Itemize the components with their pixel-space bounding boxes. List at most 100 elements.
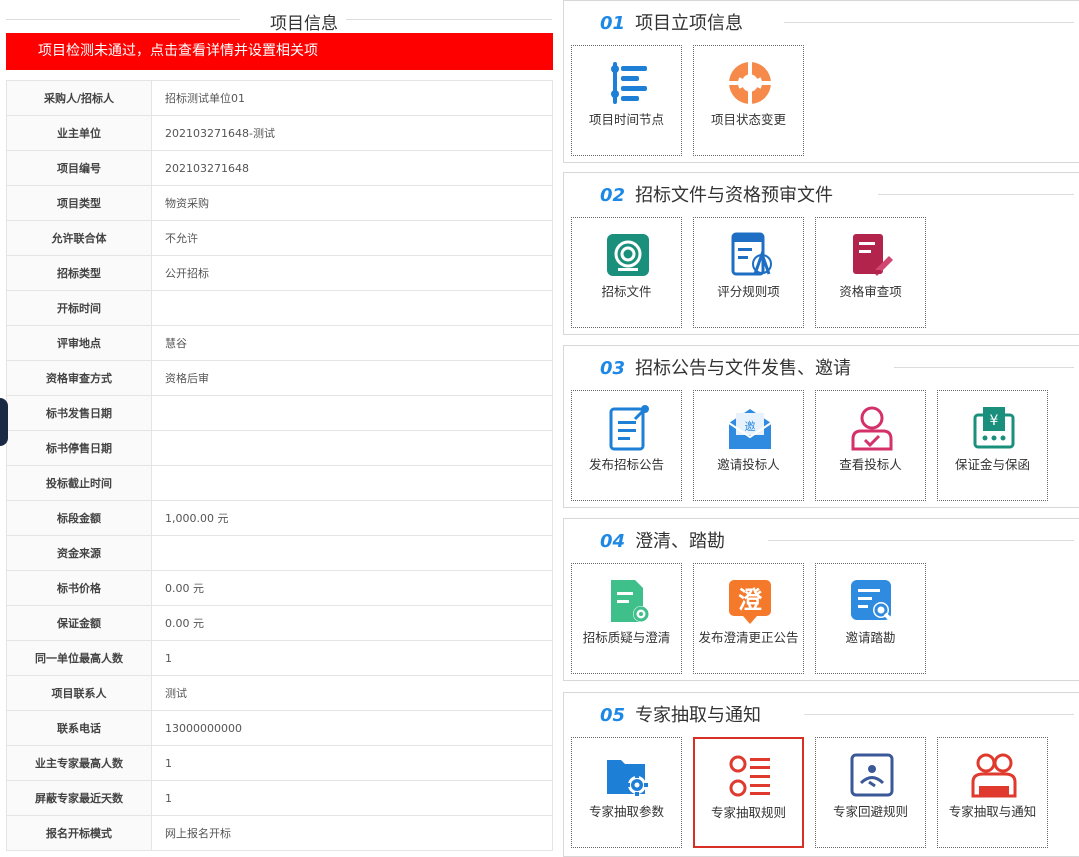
tile-clarify-notice[interactable]: 澄发布澄清更正公告	[693, 563, 804, 674]
section-05: 05 专家抽取与通知 专家抽取参数 专家抽取规则 专家回避规则 专家抽取与通知	[563, 692, 1079, 857]
section-04: 04 澄清、踏勘 招标质疑与澄清澄发布澄清更正公告 邀请踏勘	[563, 518, 1079, 681]
row-value: 慧谷	[151, 325, 553, 361]
tile-scoring-rule[interactable]: 评分规则项	[693, 217, 804, 328]
table-row: 资格审查方式 资格后审	[6, 360, 553, 396]
row-label: 项目编号	[6, 150, 152, 186]
expert-notify-icon	[971, 753, 1017, 798]
row-label: 业主单位	[6, 115, 152, 151]
section-03: 03 招标公告与文件发售、邀请 发布招标公告邀邀请投标人 查看投标人 ¥ 保证金与保函	[563, 345, 1079, 508]
tile-publish-notice[interactable]: 发布招标公告	[571, 390, 682, 501]
tile-qualification-review[interactable]: 资格审查项	[815, 217, 926, 328]
tile-expert-rules[interactable]: 专家抽取规则	[693, 737, 804, 848]
row-value	[151, 535, 553, 571]
tile-expert-avoid[interactable]: 专家回避规则	[815, 737, 926, 848]
deposit-guarantee-icon: ¥	[973, 407, 1015, 449]
tile-status-change[interactable]: 项目状态变更	[693, 45, 804, 156]
table-row: 项目编号 202103271648	[6, 150, 553, 186]
tile-label: 发布澄清更正公告	[698, 630, 799, 645]
project-info-title: 项目信息	[270, 14, 338, 34]
table-row: 投标截止时间	[6, 465, 553, 501]
tile-expert-params[interactable]: 专家抽取参数	[571, 737, 682, 848]
tile-deposit-guarantee[interactable]: ¥ 保证金与保函	[937, 390, 1048, 501]
table-row: 标书停售日期	[6, 430, 553, 466]
header-rule-right	[346, 19, 552, 20]
row-value	[151, 465, 553, 501]
status-change-icon	[727, 60, 773, 106]
table-row: 项目联系人 测试	[6, 675, 553, 711]
table-row: 业主单位 202103271648-测试	[6, 115, 553, 151]
tile-query-clarify[interactable]: 招标质疑与澄清	[571, 563, 682, 674]
tile-label: 资格审查项	[839, 284, 902, 299]
publish-notice-icon	[609, 405, 649, 451]
section-header-rule	[894, 367, 1074, 368]
section-number: 02	[600, 185, 626, 206]
tile-site-survey[interactable]: 邀请踏勘	[815, 563, 926, 674]
section-02: 02 招标文件与资格预审文件招标文件 评分规则项 资格审查项	[563, 172, 1079, 335]
tile-label: 发布招标公告	[588, 457, 664, 472]
row-label: 评审地点	[6, 325, 152, 361]
section-title: 招标文件与资格预审文件	[635, 185, 834, 206]
row-value: 不允许	[151, 220, 553, 256]
table-row: 标段金额 1,000.00 元	[6, 500, 553, 536]
table-row: 同一单位最高人数 1	[6, 640, 553, 676]
row-value: 公开招标	[151, 255, 553, 291]
tile-label: 专家回避规则	[832, 804, 908, 819]
tile-target-doc[interactable]: 招标文件	[571, 217, 682, 328]
row-label: 资金来源	[6, 535, 152, 571]
row-value: 物资采购	[151, 185, 553, 221]
table-row: 招标类型 公开招标	[6, 255, 553, 291]
row-label: 屏蔽专家最近天数	[6, 780, 152, 816]
invite-envelope-icon: 邀	[728, 409, 772, 449]
row-value: 1	[151, 780, 553, 816]
expert-params-icon	[607, 760, 648, 796]
row-label: 同一单位最高人数	[6, 640, 152, 676]
row-label: 标书价格	[6, 570, 152, 606]
section-number: 03	[600, 358, 626, 379]
section-header: 04 澄清、踏勘	[600, 527, 725, 552]
expert-rules-icon	[729, 755, 770, 797]
row-label: 项目类型	[6, 185, 152, 221]
row-label: 允许联合体	[6, 220, 152, 256]
table-row: 评审地点 慧谷	[6, 325, 553, 361]
table-row: 采购人/招标人 招标测试单位01	[6, 80, 553, 116]
project-check-alert[interactable]: 项目检测未通过，点击查看详情并设置相关项	[6, 33, 553, 70]
table-row: 标书发售日期	[6, 395, 553, 431]
clarify-notice-icon: 澄	[729, 580, 771, 624]
section-header: 02 招标文件与资格预审文件	[600, 181, 834, 206]
tile-expert-notify[interactable]: 专家抽取与通知	[937, 737, 1048, 848]
table-row: 标书价格 0.00 元	[6, 570, 553, 606]
row-label: 采购人/招标人	[6, 80, 152, 116]
row-label: 报名开标模式	[6, 815, 152, 851]
table-row: 开标时间	[6, 290, 553, 326]
section-number: 05	[600, 705, 626, 726]
tile-label: 评分规则项	[717, 284, 780, 299]
row-value: 202103271648-测试	[151, 115, 553, 151]
row-label: 保证金额	[6, 605, 152, 641]
row-value: 网上报名开标	[151, 815, 553, 851]
row-label: 标段金额	[6, 500, 152, 536]
section-header-rule	[804, 714, 1074, 715]
row-value: 0.00 元	[151, 570, 553, 606]
row-label: 联系电话	[6, 710, 152, 746]
table-row: 屏蔽专家最近天数 1	[6, 780, 553, 816]
section-header: 01 项目立项信息	[600, 9, 743, 34]
row-value: 1	[151, 745, 553, 781]
tile-timeline[interactable]: 项目时间节点	[571, 45, 682, 156]
tile-label: 保证金与保函	[954, 457, 1030, 472]
tile-label: 项目状态变更	[710, 112, 786, 127]
row-value: 测试	[151, 675, 553, 711]
side-collapse-handle[interactable]	[0, 398, 8, 446]
tile-view-bidder[interactable]: 查看投标人	[815, 390, 926, 501]
project-info-table: 采购人/招标人 招标测试单位01 业主单位 202103271648-测试 项目编号 20…	[6, 80, 553, 851]
section-number: 04	[600, 531, 626, 552]
row-label: 招标类型	[6, 255, 152, 291]
svg-text:邀: 邀	[745, 419, 756, 433]
tile-label: 招标文件	[601, 284, 652, 299]
row-label: 标书发售日期	[6, 395, 152, 431]
tile-label: 邀请投标人	[717, 457, 780, 472]
section-header-rule	[878, 194, 1074, 195]
site-survey-icon	[851, 580, 894, 623]
tile-invite-envelope[interactable]: 邀邀请投标人	[693, 390, 804, 501]
row-label: 标书停售日期	[6, 430, 152, 466]
table-row: 保证金额 0.00 元	[6, 605, 553, 641]
